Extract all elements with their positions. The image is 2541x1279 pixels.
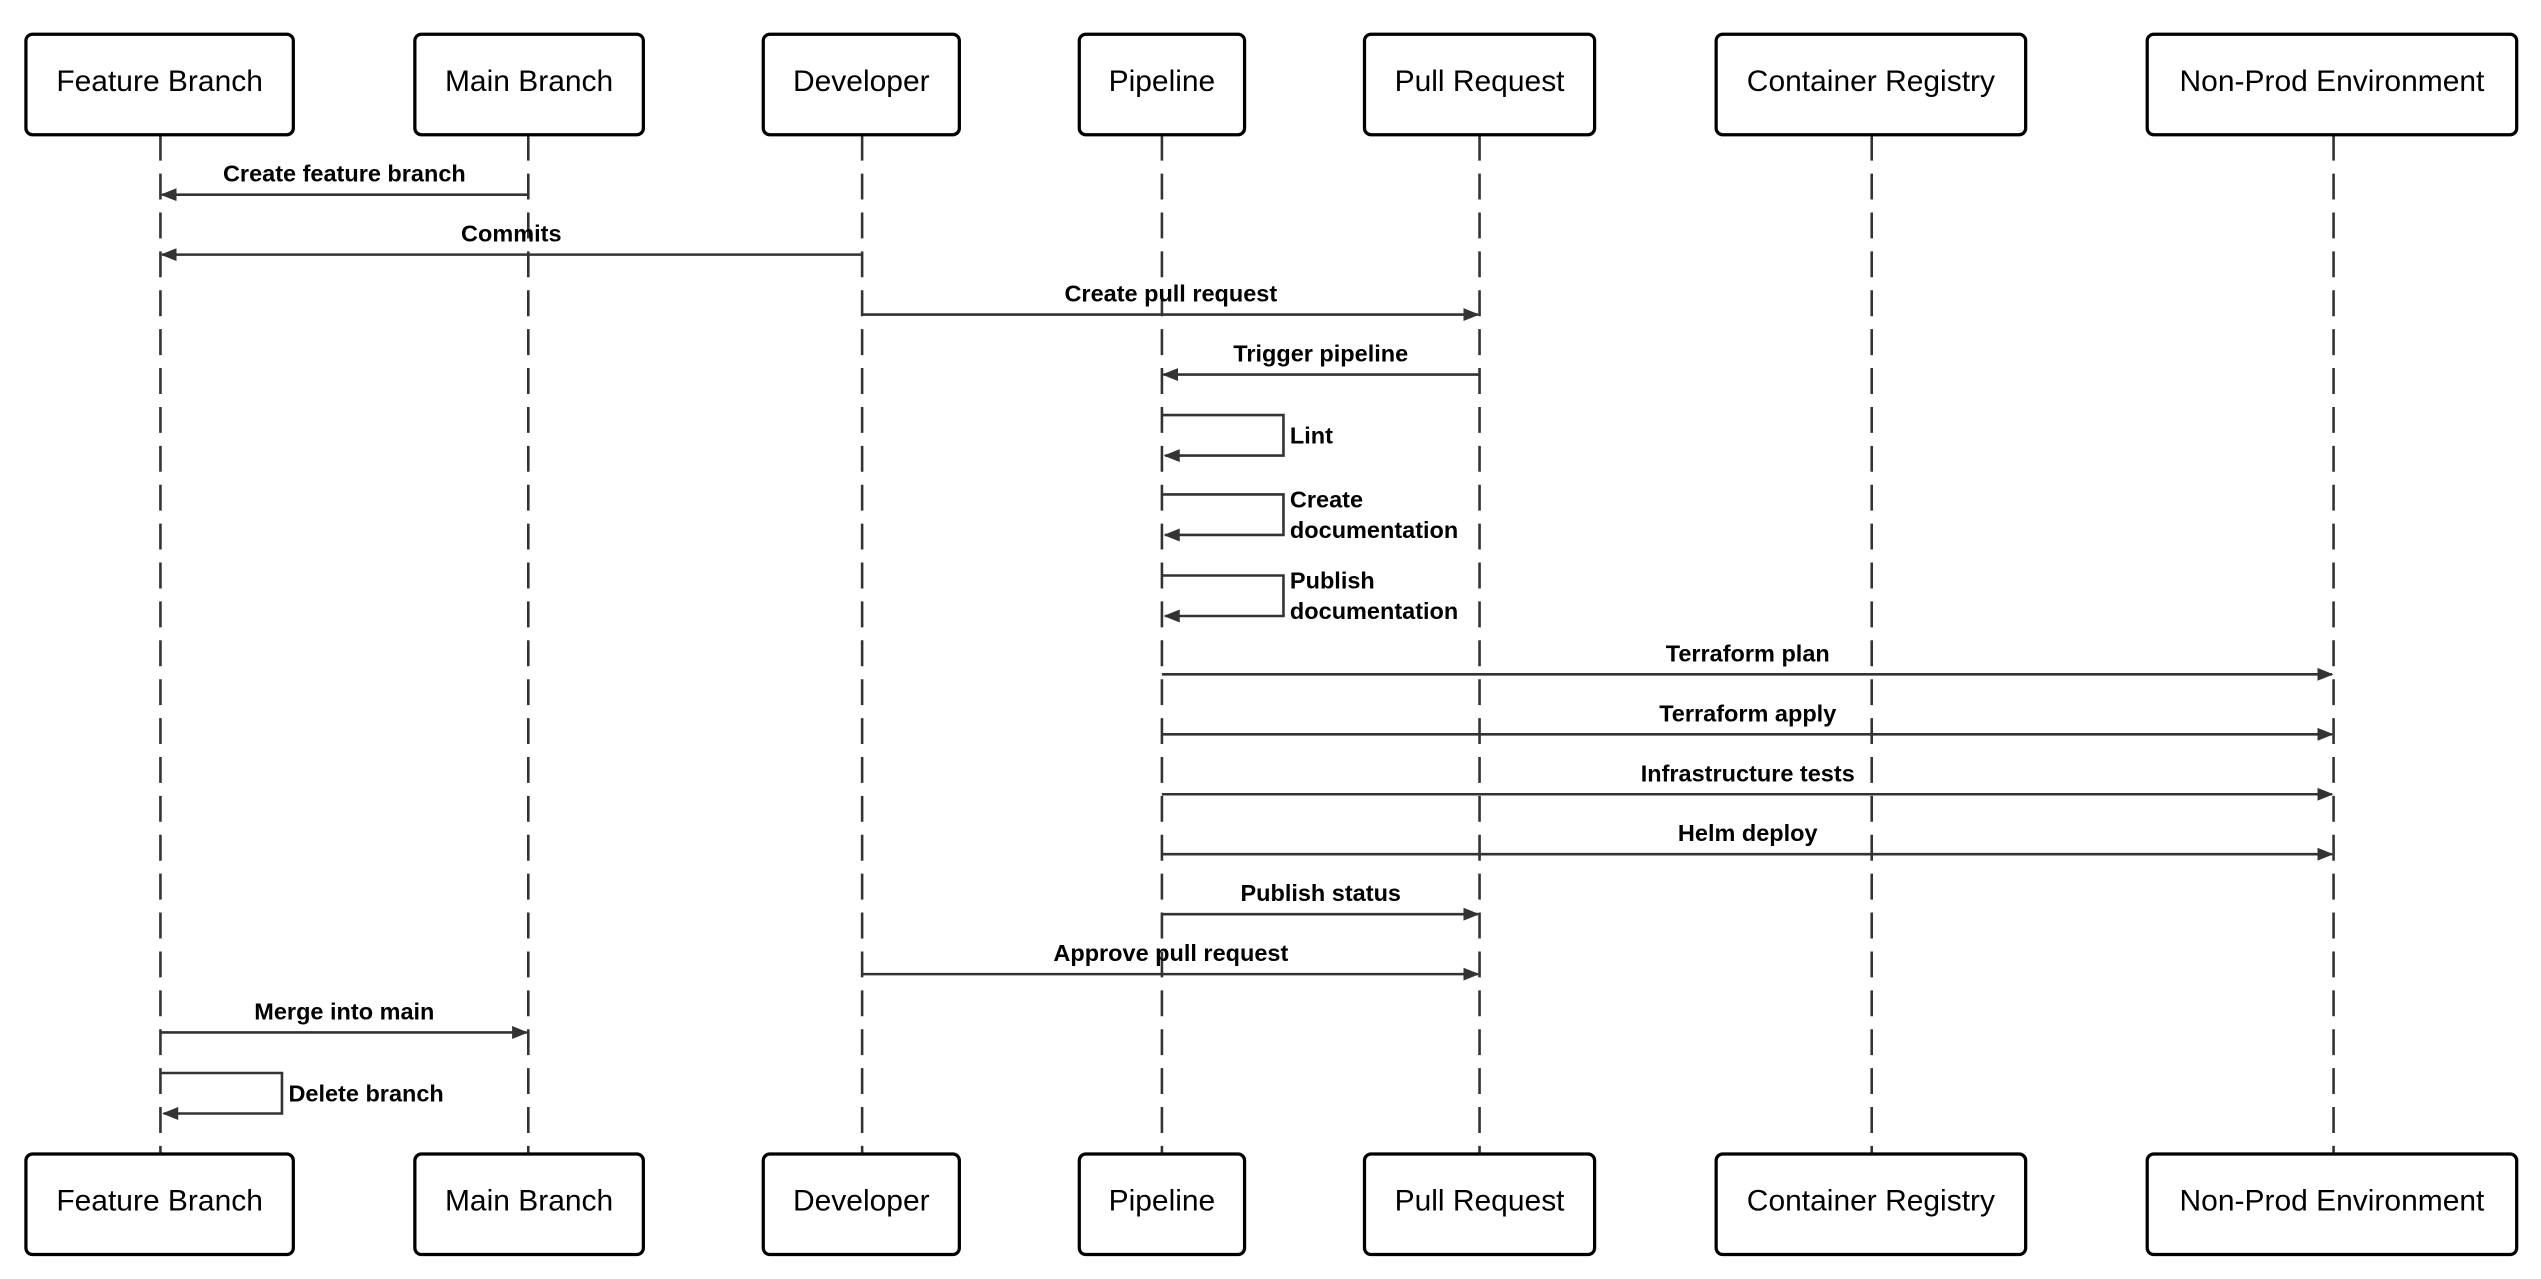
self-message-arrow [1161,493,1285,542]
message-label: Create [1290,486,1363,512]
message: Commits [160,221,863,262]
message-label: documentation [1290,598,1458,624]
participant-label: Pull Request [1395,65,1566,98]
participant-bottom[interactable]: Non-Prod Environment [2145,1152,2519,1257]
message: Approve pull request [862,940,1480,981]
message: Create documentation [1161,486,1458,543]
message: Infrastructure tests [1161,760,2334,801]
message: Lint [1161,413,1333,463]
self-message-arrow [1161,574,1285,623]
participant-bottom[interactable]: Pipeline [1077,1152,1247,1257]
participant-bottom[interactable]: Main Branch [413,1152,645,1257]
message: Create pull request [862,281,1480,322]
participant-label: Feature Branch [56,65,263,98]
message: Terraform plan [1161,640,2334,681]
participant-top[interactable]: Pipeline [1077,32,1247,137]
participant-label: Developer [793,65,930,98]
message: Delete branch [160,1071,444,1120]
participant-label: Container Registry [1747,1185,1995,1218]
participant-label: Pipeline [1109,65,1216,98]
sequence-diagram: Create feature branch Commits Create pull … [24,32,2519,1257]
message: Publish status [1161,880,1480,921]
message-label: Helm deploy [1678,820,1818,846]
message-label: Terraform plan [1666,640,1830,666]
message: Publish documentation [1161,567,1458,624]
message-label: Publish status [1240,880,1401,906]
message-label: Create feature branch [223,161,466,187]
participant-label: Main Branch [445,1185,613,1218]
message-label: Approve pull request [1053,940,1288,966]
participant-bottom[interactable]: Developer [761,1152,961,1257]
participant-label: Container Registry [1747,65,1995,98]
participant-top[interactable]: Container Registry [1714,32,2028,137]
participant-bottom[interactable]: Container Registry [1714,1152,2028,1257]
message: Helm deploy [1161,820,2334,861]
message: Terraform apply [1161,700,2334,741]
self-message-arrow [160,1071,284,1120]
participant-label: Developer [793,1185,930,1218]
participant-top[interactable]: Feature Branch [24,32,295,137]
message-label: Merge into main [254,999,434,1025]
message-label: Create pull request [1064,281,1277,307]
participant-label: Pipeline [1109,1185,1216,1218]
participant-top[interactable]: Developer [761,32,961,137]
participant-label: Main Branch [445,65,613,98]
message: Merge into main [160,999,529,1039]
participant-top[interactable]: Non-Prod Environment [2145,32,2519,137]
participant-top[interactable]: Pull Request [1362,32,1597,137]
message-label: Infrastructure tests [1641,760,1855,786]
message: Trigger pipeline [1161,341,1480,382]
message-label: Commits [461,221,561,247]
participant-top[interactable]: Main Branch [413,32,645,137]
participant-bottom[interactable]: Pull Request [1362,1152,1597,1257]
message-label: Publish [1290,567,1375,593]
message-label: documentation [1290,517,1458,543]
message-label: Lint [1290,422,1333,448]
message-label: Terraform apply [1659,700,1836,726]
message-label: Trigger pipeline [1233,341,1408,367]
participant-label: Non-Prod Environment [2180,65,2485,98]
participant-label: Pull Request [1395,1185,1566,1218]
self-message-arrow [1161,413,1285,463]
participant-label: Feature Branch [56,1185,263,1218]
participant-bottom[interactable]: Feature Branch [24,1152,295,1257]
message-label: Delete branch [288,1080,443,1106]
participant-label: Non-Prod Environment [2180,1185,2485,1218]
message: Create feature branch [160,161,529,202]
